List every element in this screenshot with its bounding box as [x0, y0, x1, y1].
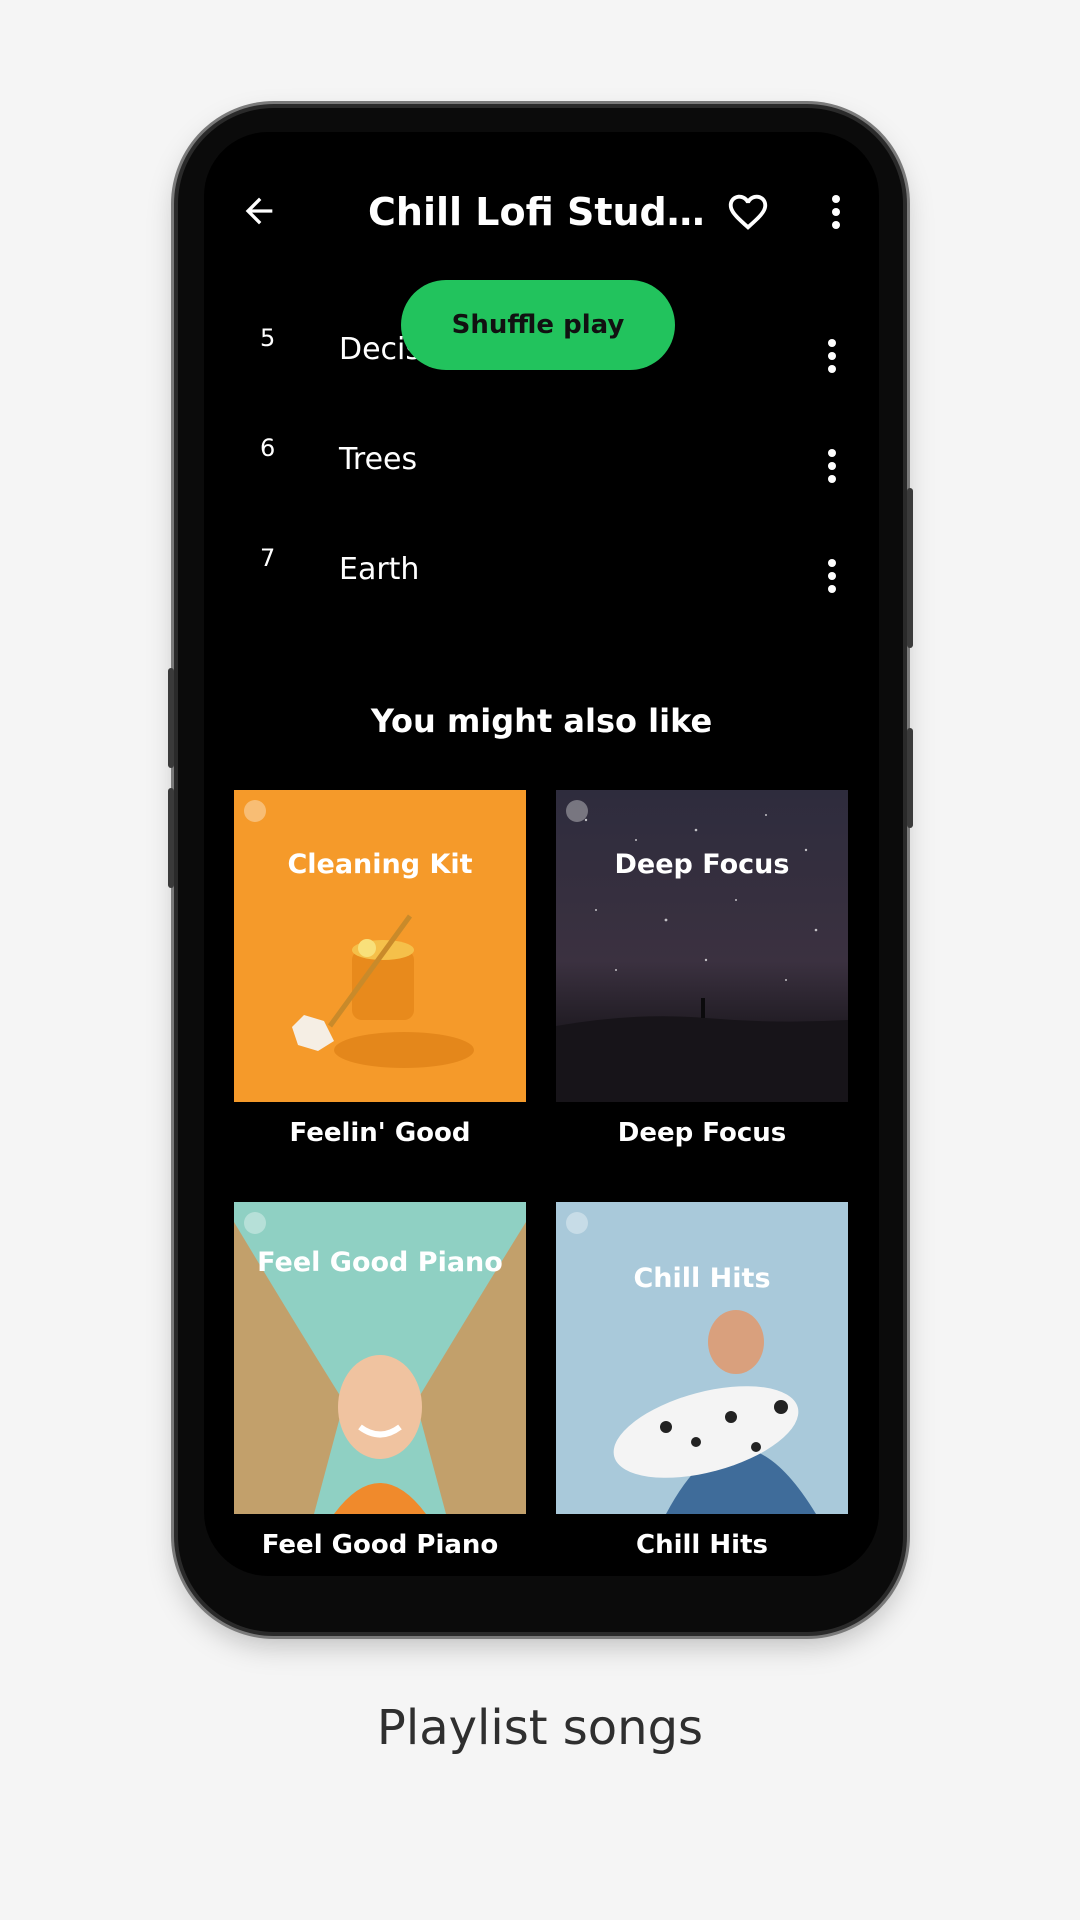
playlist-cover: Cleaning Kit	[234, 790, 526, 1102]
side-button-right-2	[907, 728, 913, 828]
app-screen: Chill Lofi Study ... Shuffle play 5 Deci…	[204, 132, 879, 1576]
more-vert-icon	[832, 195, 840, 229]
more-vert-icon	[828, 559, 836, 593]
playlist-card[interactable]: Feel Good Piano Feel Good Piano	[234, 1202, 526, 1560]
more-vert-icon	[828, 449, 836, 483]
more-options-button[interactable]	[816, 184, 856, 240]
back-arrow-icon	[245, 197, 273, 225]
playlist-card[interactable]: Chill Hits Chill Hits	[556, 1202, 848, 1560]
track-more-button[interactable]	[814, 550, 850, 602]
night-sky-illustration	[556, 814, 848, 1102]
playlist-card-label: Feelin' Good	[289, 1118, 471, 1148]
screen-caption: Playlist songs	[376, 1700, 704, 1756]
track-more-button[interactable]	[814, 440, 850, 492]
track-number: 7	[260, 544, 276, 572]
side-button-left-2	[168, 788, 174, 888]
playlist-card[interactable]: Deep Focus Deep Focus	[556, 790, 848, 1148]
heart-icon	[728, 194, 768, 230]
playlist-cover: Feel Good Piano	[234, 1202, 526, 1514]
side-button-left	[168, 668, 174, 768]
track-number: 5	[260, 324, 276, 352]
track-name: Earth	[339, 552, 420, 587]
like-button[interactable]	[720, 184, 776, 240]
top-bar: Chill Lofi Study ...	[204, 170, 879, 254]
playlist-cover: Deep Focus	[556, 790, 848, 1102]
side-button-right	[907, 488, 913, 648]
more-vert-icon	[828, 339, 836, 373]
playlist-card-label: Feel Good Piano	[261, 1530, 499, 1560]
back-button[interactable]	[234, 186, 284, 236]
track-more-button[interactable]	[814, 330, 850, 382]
playlist-card-label: Deep Focus	[617, 1118, 787, 1148]
track-row[interactable]: 6 Trees	[204, 426, 879, 506]
track-name: Trees	[339, 442, 418, 477]
mop-bucket-illustration	[292, 914, 474, 1068]
cover-title: Feel Good Piano	[257, 1247, 503, 1278]
playlist-title: Chill Lofi Study ...	[368, 190, 708, 234]
track-row[interactable]: 7 Earth	[204, 536, 879, 616]
section-heading: You might also like	[370, 702, 713, 740]
shuffle-play-button[interactable]: Shuffle play	[401, 280, 675, 370]
playlist-cover: Chill Hits	[556, 1202, 848, 1514]
man-with-dog-illustration	[613, 1310, 816, 1514]
track-number: 6	[260, 434, 276, 462]
playlist-card[interactable]: Cleaning Kit Feelin' Good	[234, 790, 526, 1148]
playlist-card-label: Chill Hits	[636, 1530, 768, 1560]
